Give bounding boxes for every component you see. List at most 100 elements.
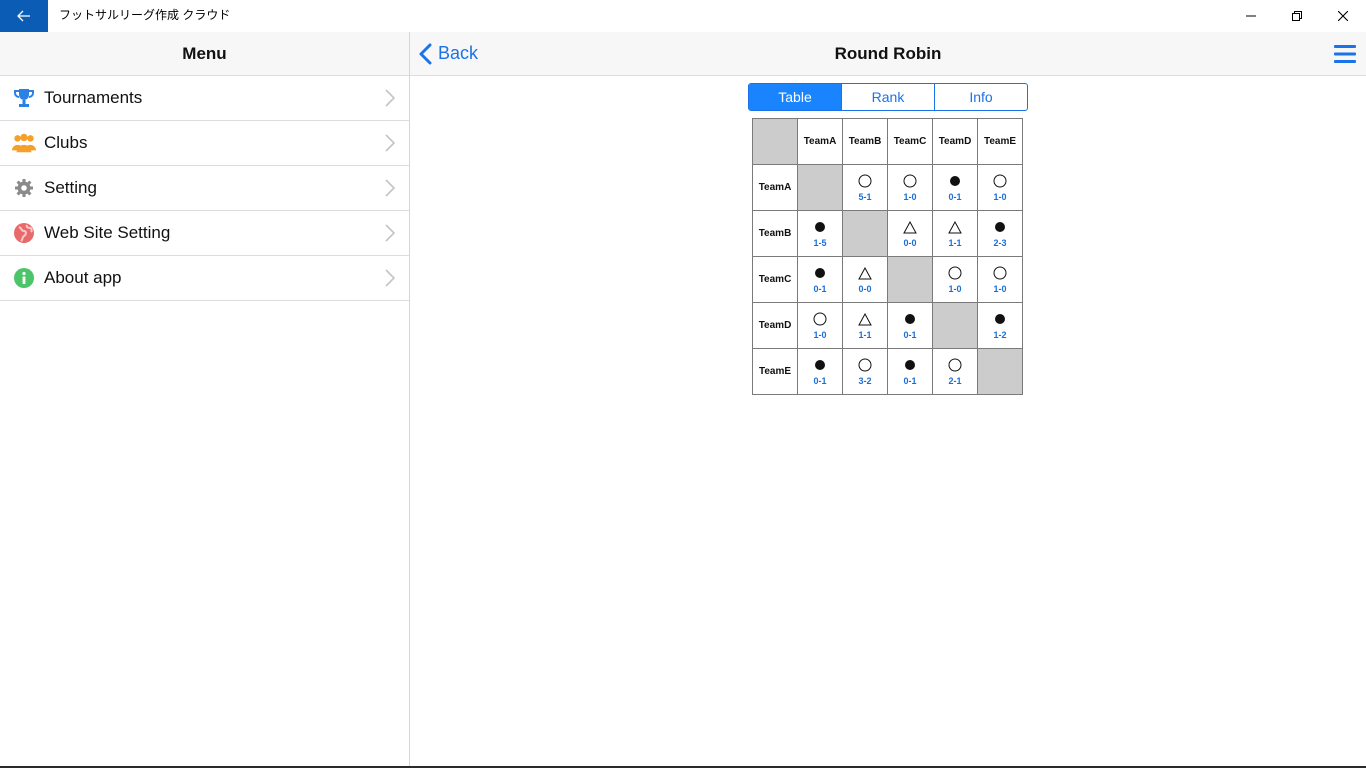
menu-item-clubs[interactable]: Clubs [0, 121, 409, 166]
match-cell[interactable]: 2-1 [932, 348, 978, 395]
window-back-button[interactable] [0, 0, 48, 32]
draw-triangle-icon [903, 219, 917, 235]
match-cell[interactable]: 2-3 [977, 210, 1023, 257]
people-icon [12, 131, 36, 155]
match-cell[interactable]: 0-1 [887, 348, 933, 395]
row-header: TeamA [752, 164, 798, 211]
hamburger-menu-icon[interactable] [1334, 44, 1356, 64]
match-score: 0-0 [903, 238, 917, 248]
loss-dot-icon [994, 219, 1006, 235]
row-header: TeamD [752, 302, 798, 349]
restore-icon [1292, 11, 1302, 21]
diagonal-cell [797, 164, 843, 211]
match-cell[interactable]: 1-5 [797, 210, 843, 257]
win-circle-icon [993, 265, 1007, 281]
close-button[interactable] [1320, 0, 1366, 32]
match-score: 1-0 [993, 284, 1007, 294]
tab-rank[interactable]: Rank [841, 84, 934, 110]
win-circle-icon [858, 357, 872, 373]
content-panel: Back Round Robin Table Rank Info TeamA Te… [410, 32, 1366, 768]
title-bar: フットサルリーグ作成 クラウド [0, 0, 1366, 32]
match-cell[interactable]: 1-0 [797, 302, 843, 349]
match-cell[interactable]: 0-1 [797, 348, 843, 395]
match-cell[interactable]: 1-1 [842, 302, 888, 349]
menu-item-label: Clubs [44, 133, 88, 152]
match-score: 1-0 [813, 330, 827, 340]
gear-icon [12, 176, 36, 200]
chevron-right-icon [385, 224, 395, 242]
menu-item-label: Web Site Setting [44, 223, 171, 242]
match-score: 1-0 [993, 192, 1007, 202]
match-cell[interactable]: 1-0 [932, 256, 978, 303]
menu-item-tournaments[interactable]: Tournaments [0, 76, 409, 121]
column-header: TeamE [977, 118, 1023, 165]
match-score: 1-0 [948, 284, 962, 294]
match-cell[interactable]: 1-1 [932, 210, 978, 257]
match-score: 0-1 [948, 192, 962, 202]
chevron-right-icon [385, 269, 395, 287]
loss-dot-icon [904, 357, 916, 373]
diagonal-cell [977, 348, 1023, 395]
win-circle-icon [948, 265, 962, 281]
back-button[interactable]: Back [418, 32, 478, 75]
table-row: TeamC 0-1 0-0 1-0 1-0 [752, 256, 1023, 303]
trophy-icon [12, 86, 36, 110]
win-circle-icon [858, 173, 872, 189]
win-circle-icon [813, 311, 827, 327]
globe-icon [12, 221, 36, 245]
chevron-right-icon [385, 134, 395, 152]
match-cell[interactable]: 5-1 [842, 164, 888, 211]
draw-triangle-icon [948, 219, 962, 235]
match-cell[interactable]: 0-1 [932, 164, 978, 211]
match-score: 1-5 [813, 238, 827, 248]
match-score: 1-1 [858, 330, 872, 340]
chevron-left-icon [418, 43, 432, 65]
column-header: TeamB [842, 118, 888, 165]
diagonal-cell [887, 256, 933, 303]
page-title: Round Robin [834, 44, 942, 63]
match-cell[interactable]: 0-1 [887, 302, 933, 349]
match-score: 0-1 [903, 376, 917, 386]
draw-triangle-icon [858, 311, 872, 327]
loss-dot-icon [814, 265, 826, 281]
match-cell[interactable]: 3-2 [842, 348, 888, 395]
menu-panel: Menu Tournaments Clubs Setting Web Site … [0, 32, 410, 768]
match-cell[interactable]: 1-0 [977, 164, 1023, 211]
minimize-button[interactable] [1228, 0, 1274, 32]
table-header-row: TeamA TeamB TeamC TeamD TeamE [752, 118, 1023, 165]
match-score: 1-2 [993, 330, 1007, 340]
match-cell[interactable]: 0-0 [887, 210, 933, 257]
table-row: TeamB 1-5 0-0 1-1 2-3 [752, 210, 1023, 257]
tab-info[interactable]: Info [934, 84, 1027, 110]
row-header: TeamC [752, 256, 798, 303]
win-circle-icon [903, 173, 917, 189]
match-cell[interactable]: 0-1 [797, 256, 843, 303]
match-score: 0-1 [813, 284, 827, 294]
match-cell[interactable]: 1-2 [977, 302, 1023, 349]
round-robin-table: TeamA TeamB TeamC TeamD TeamE TeamA 5-1 1-0 0-1 1… [752, 118, 1023, 395]
match-score: 1-0 [903, 192, 917, 202]
match-cell[interactable]: 1-0 [887, 164, 933, 211]
table-row: TeamE 0-1 3-2 0-1 2-1 [752, 348, 1023, 395]
menu-item-label: Setting [44, 178, 97, 197]
table-row: TeamA 5-1 1-0 0-1 1-0 [752, 164, 1023, 211]
menu-item-setting[interactable]: Setting [0, 166, 409, 211]
draw-triangle-icon [858, 265, 872, 281]
match-cell[interactable]: 1-0 [977, 256, 1023, 303]
match-cell[interactable]: 0-0 [842, 256, 888, 303]
match-score: 5-1 [858, 192, 872, 202]
restore-button[interactable] [1274, 0, 1320, 32]
view-segmented-control: Table Rank Info [748, 83, 1028, 111]
info-icon [12, 266, 36, 290]
menu-item-label: About app [44, 268, 122, 287]
menu-item-web-site-setting[interactable]: Web Site Setting [0, 211, 409, 256]
match-score: 0-0 [858, 284, 872, 294]
tab-table[interactable]: Table [749, 84, 841, 110]
column-header: TeamD [932, 118, 978, 165]
loss-dot-icon [949, 173, 961, 189]
row-header: TeamB [752, 210, 798, 257]
menu-item-about-app[interactable]: About app [0, 256, 409, 301]
match-score: 1-1 [948, 238, 962, 248]
win-circle-icon [948, 357, 962, 373]
diagonal-cell [932, 302, 978, 349]
